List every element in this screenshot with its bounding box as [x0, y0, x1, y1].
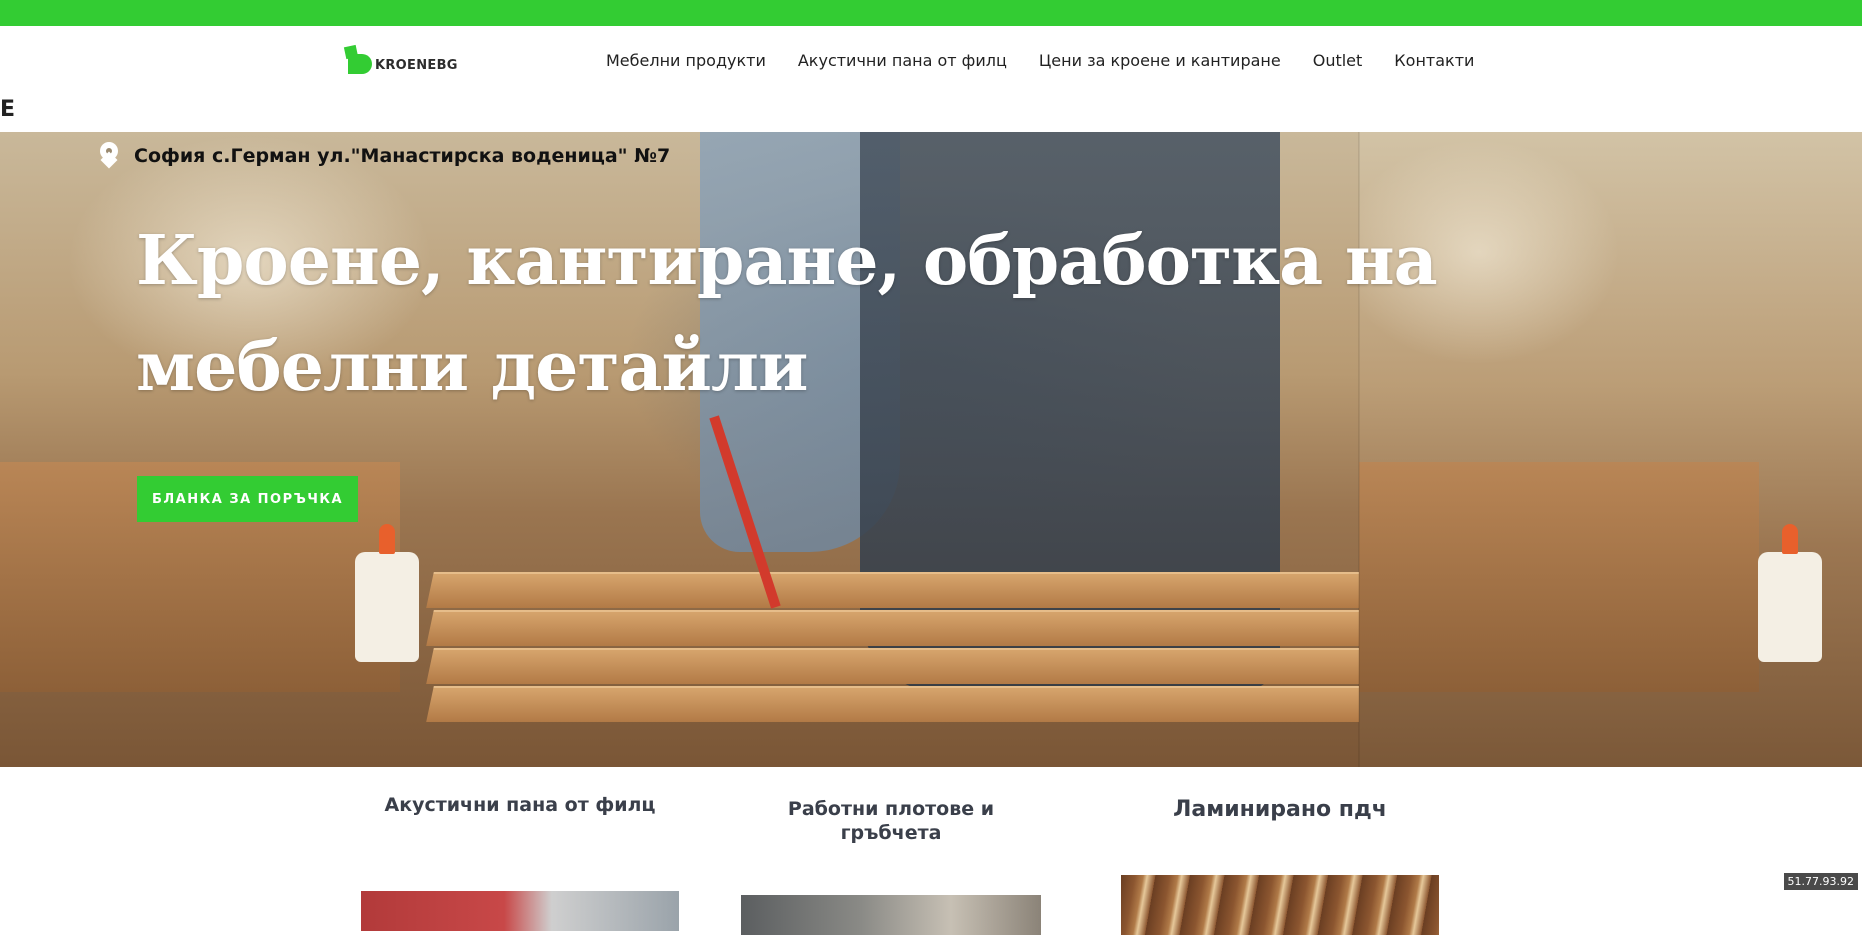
card-title: Работни плотове и гръбчета [741, 797, 1041, 845]
nav-item-acoustic-panels[interactable]: Акустични пана от филц [798, 51, 1007, 70]
card-image [361, 891, 679, 931]
nav-item-furniture-products[interactable]: Мебелни продукти [606, 51, 766, 70]
site-logo[interactable]: KROENEBG [345, 46, 458, 76]
main-nav: Мебелни продукти Акустични пана от филц … [606, 51, 1474, 70]
address-text: София с.Герман ул."Манастирска воденица"… [134, 145, 670, 167]
address-line: София с.Герман ул."Манастирска воденица"… [98, 142, 670, 170]
card-title: Ламинирано пдч [1121, 797, 1439, 823]
product-cards: Акустични пана от филц Работни плотове и… [0, 767, 1862, 894]
nav-item-contacts[interactable]: Контакти [1394, 51, 1474, 70]
order-form-button[interactable]: БЛАНКА ЗА ПОРЪЧКА [137, 476, 358, 522]
logo-text: KROENEBG [375, 58, 458, 73]
site-header: KROENEBG Мебелни продукти Акустични пана… [0, 26, 1862, 132]
card-image [741, 895, 1041, 935]
card-title: Акустични пана от филц [361, 793, 679, 817]
nav-item-outlet[interactable]: Outlet [1313, 51, 1363, 70]
card-worktops[interactable]: Работни плотове и гръбчета [741, 797, 1041, 845]
map-pin-icon [98, 142, 120, 170]
logo-icon [345, 46, 373, 76]
top-accent-bar [0, 0, 1862, 26]
clipped-edge-letter: E [0, 96, 15, 124]
hero-title: Кроене, кантиране, обработка на мебелни … [136, 208, 1476, 420]
nav-item-cutting-prices[interactable]: Цени за кроене и кантиране [1039, 51, 1281, 70]
card-acoustic-panels[interactable]: Акустични пана от филц [361, 793, 679, 817]
card-image [1121, 875, 1439, 935]
ip-badge: 51.77.93.92 [1784, 873, 1858, 890]
card-laminated-chipboard[interactable]: Ламинирано пдч [1121, 797, 1439, 823]
